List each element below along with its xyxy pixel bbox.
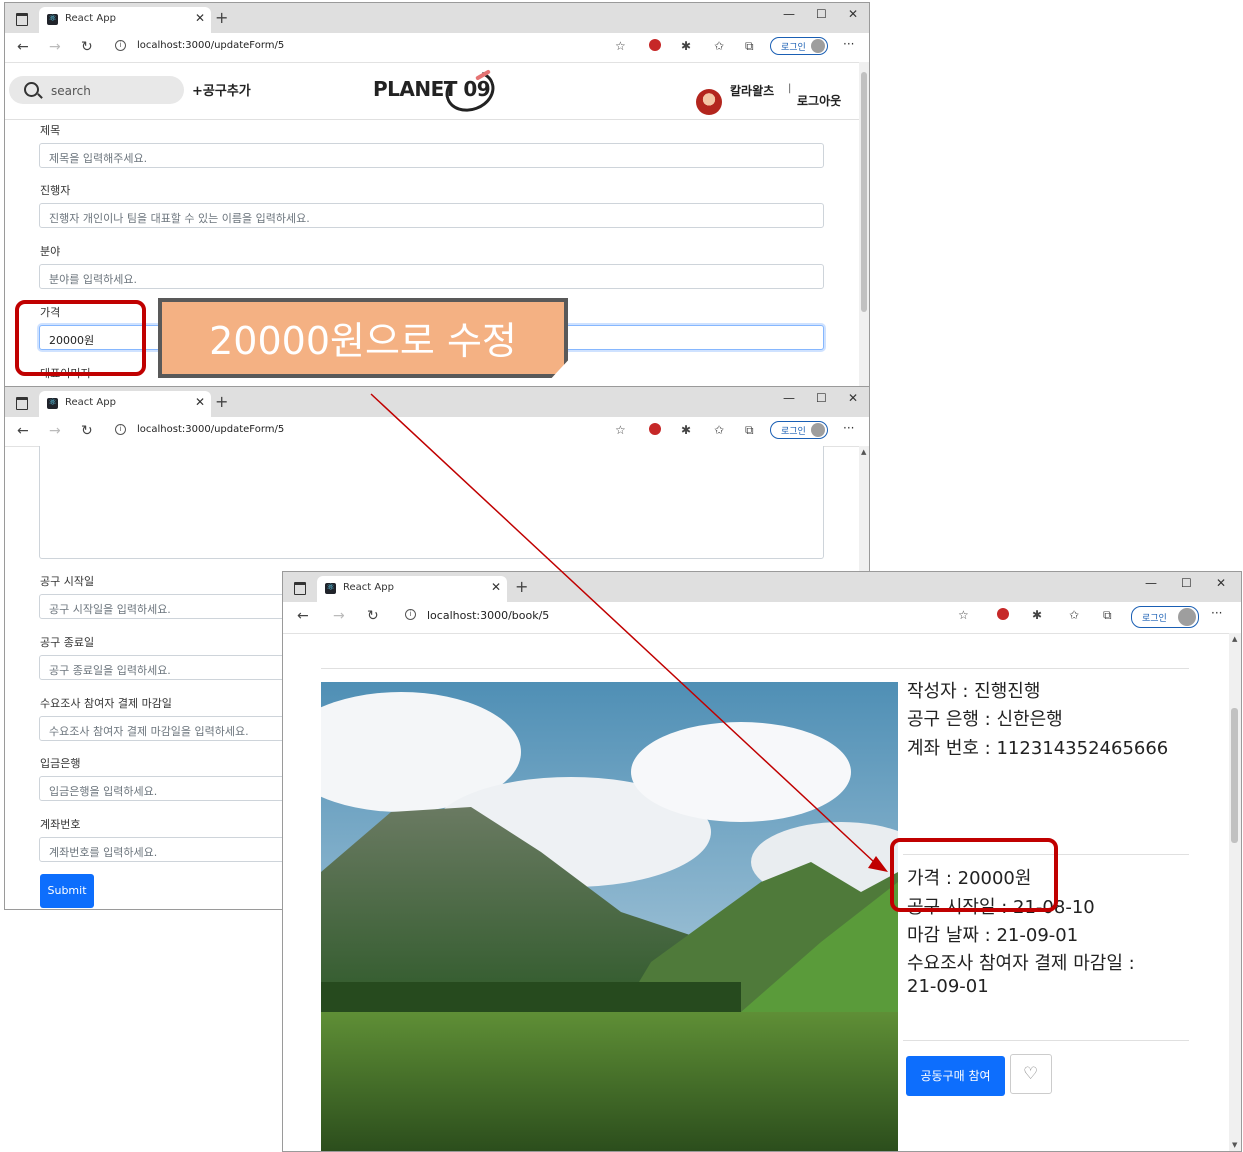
arrow-annotation — [370, 393, 888, 872]
